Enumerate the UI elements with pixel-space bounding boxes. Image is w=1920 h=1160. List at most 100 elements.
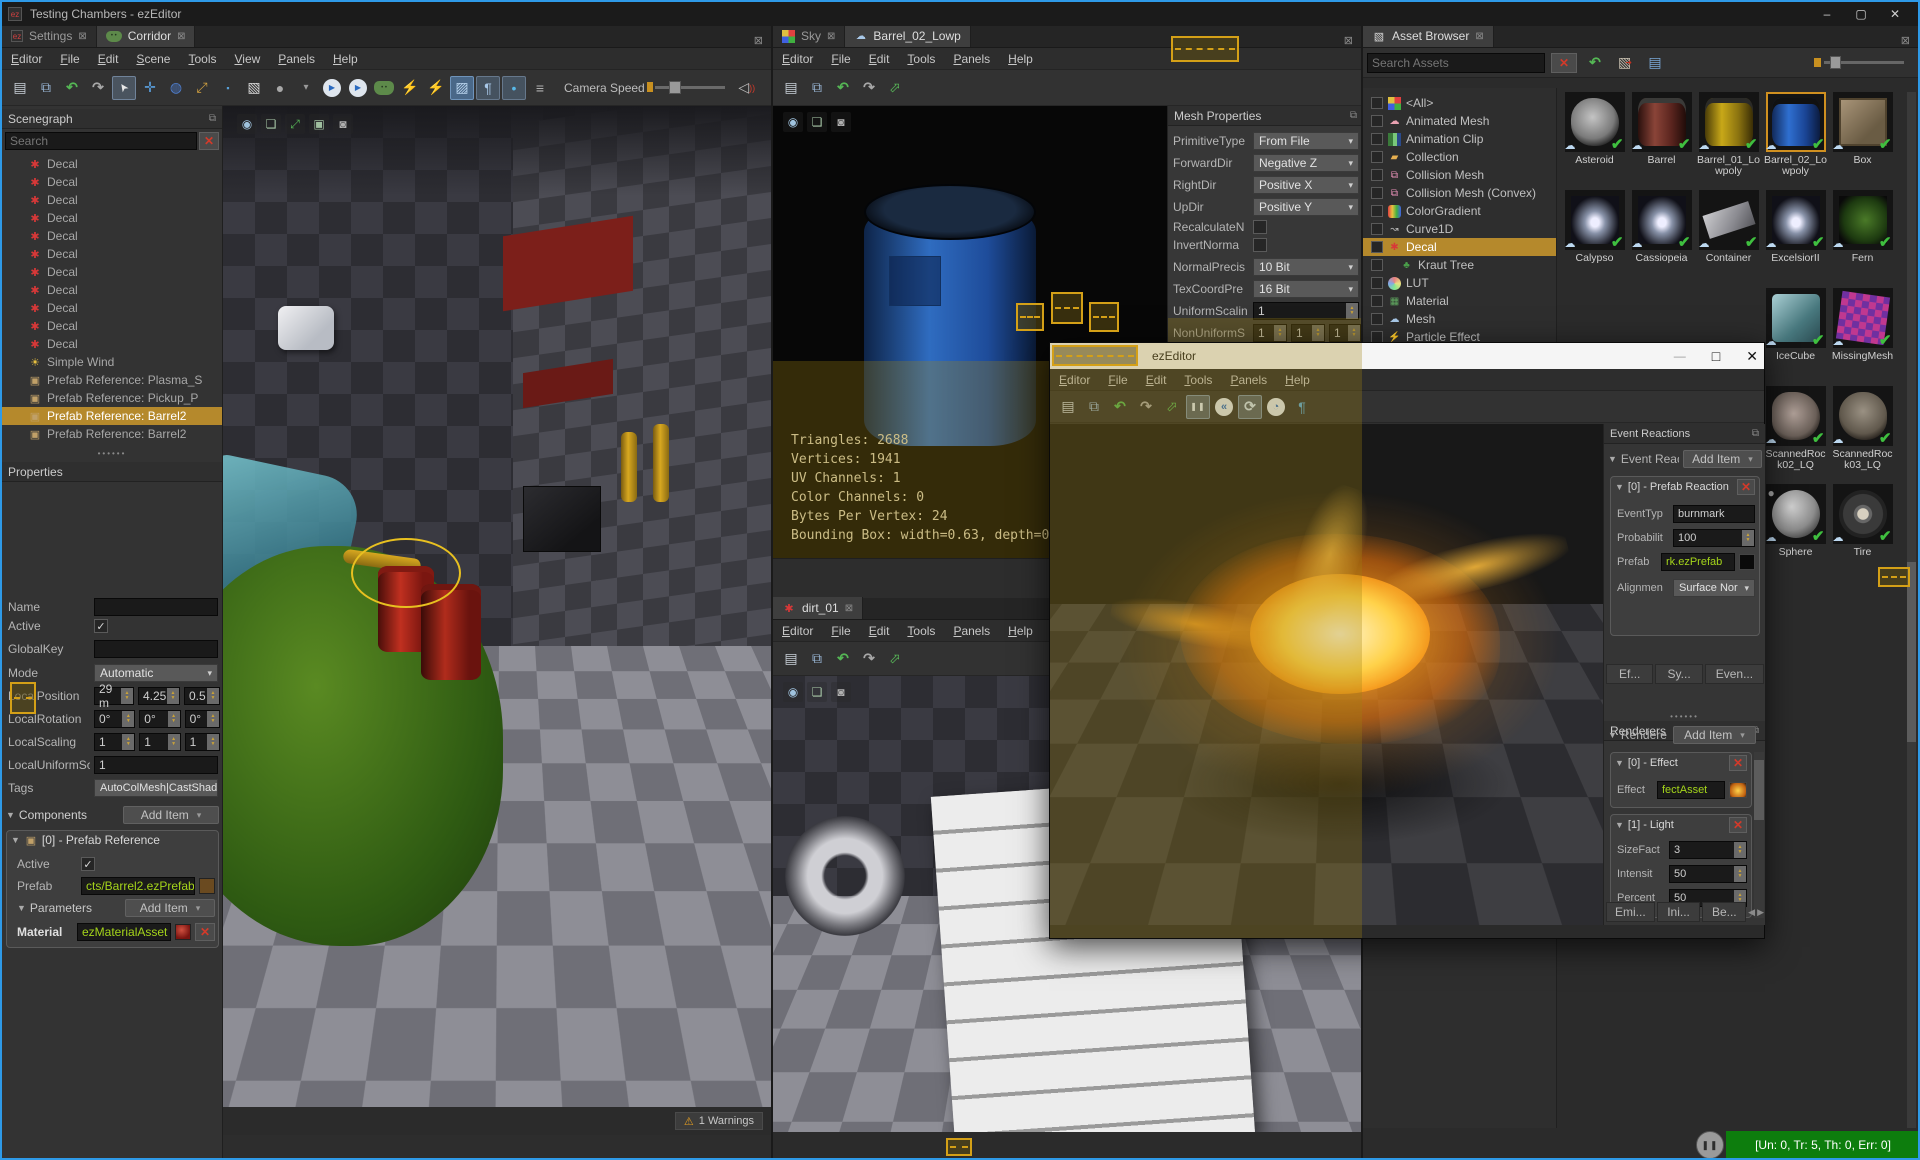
toolbar-icon[interactable] [268, 76, 292, 100]
prefab-swatch[interactable] [1739, 554, 1755, 570]
toolbar-icon[interactable] [294, 76, 318, 100]
viewport-icon[interactable] [807, 112, 827, 132]
pause-transform-button[interactable]: ❚❚ [1696, 1131, 1724, 1158]
mode-dropdown[interactable]: Automatic [94, 664, 218, 682]
scenegraph-item[interactable]: Prefab Reference: Plasma_S [2, 371, 222, 389]
toolbar-icon[interactable] [1238, 394, 1262, 419]
clear-search-icon[interactable]: ✕ [199, 132, 219, 150]
remove-reaction-icon[interactable]: ✕ [1737, 479, 1755, 495]
localscaling-x[interactable]: 1 ▲ ▼ [94, 733, 136, 751]
component-active-checkbox[interactable]: ✓ [81, 857, 95, 871]
toolbar-icon[interactable] [216, 76, 240, 100]
scenegraph-item[interactable]: Decal [2, 299, 222, 317]
tab-emitter[interactable]: Emi... [1606, 902, 1655, 922]
asset-item[interactable]: ☁ ✔ Cassiopeia [1628, 190, 1695, 288]
asset-item[interactable]: ☁ ✔ Box [1829, 92, 1896, 190]
nonuniformscaling-y[interactable]: 1 ▲ ▼ [1290, 324, 1325, 342]
asset-item[interactable]: ☁ ✔ Container [1695, 190, 1762, 288]
scene-viewport[interactable]: ⚠ 1 Warnings [223, 106, 771, 1135]
asset-grid-scrollbar[interactable] [1907, 92, 1916, 1132]
close-icon[interactable]: ✕ [1746, 348, 1758, 365]
menu-item[interactable]: Tools [179, 52, 225, 66]
asset-search-input[interactable] [1367, 52, 1545, 73]
close-tab-icon[interactable]: ⊠ [827, 31, 835, 42]
toolbar-icon[interactable] [424, 76, 448, 100]
asset-item[interactable]: ☁ ✔ Fern [1829, 190, 1896, 288]
asset-type-item[interactable]: Mesh [1363, 310, 1556, 328]
asset-type-item[interactable]: LUT [1363, 274, 1556, 292]
scenegraph-item[interactable]: Decal [2, 227, 222, 245]
nonuniformscaling-z[interactable]: 1 ▲ ▼ [1328, 324, 1362, 342]
effect-thumbnail-swatch[interactable] [1729, 782, 1747, 798]
mute-speaker-icon[interactable]: ◁)) [735, 76, 759, 100]
asset-item[interactable]: ☁ ✔ ExcelsiorII [1762, 190, 1829, 288]
group-header[interactable]: ▼ [1] - Light ✕ [1611, 815, 1751, 835]
float-doc-icon[interactable]: ⊠ [754, 34, 771, 47]
particle-window-titlebar[interactable]: ezEditor — □ ✕ [1050, 343, 1764, 369]
asset-item[interactable]: ☁ ✔ ScannedRock03_LQ [1829, 386, 1896, 484]
toolbar-icon[interactable] [1160, 395, 1184, 419]
close-tab-icon[interactable]: ⊠ [845, 603, 853, 614]
asset-type-item[interactable]: Material [1363, 292, 1556, 310]
thumbnail-size-slider[interactable] [1814, 56, 1904, 69]
transform-assets-icon[interactable] [1583, 51, 1607, 75]
menu-item[interactable]: View [225, 52, 269, 66]
toolbar-icon[interactable] [138, 76, 162, 100]
toolbar-icon[interactable] [805, 647, 829, 671]
asset-type-item[interactable]: Collision Mesh (Convex) [1363, 184, 1556, 202]
float-panel-icon[interactable]: ⧉ [1350, 110, 1357, 121]
toolbar-icon[interactable] [1108, 395, 1132, 419]
scenegraph-item[interactable]: Decal [2, 209, 222, 227]
close-panel-icon[interactable]: ⊠ [1901, 34, 1918, 47]
toolbar-icon[interactable] [1082, 395, 1106, 419]
menu-item[interactable]: File [822, 52, 859, 66]
recalculatenormals-checkbox[interactable] [1253, 220, 1267, 234]
menu-item[interactable]: Edit [860, 624, 899, 638]
tab-events[interactable]: Even... [1704, 664, 1764, 684]
menu-item[interactable]: File [51, 52, 88, 66]
scenegraph-item[interactable]: Decal [2, 155, 222, 173]
menu-item[interactable]: Editor [773, 624, 822, 638]
globalkey-input[interactable] [94, 640, 218, 658]
invertnormals-checkbox[interactable] [1253, 238, 1267, 252]
close-tab-icon[interactable]: ⊠ [78, 31, 86, 42]
intensity-spinner[interactable]: 50 ▲ ▼ [1669, 865, 1747, 883]
panel-splitter[interactable]: •••••• [1604, 712, 1765, 721]
particle-viewport[interactable] [1050, 424, 1603, 925]
remove-material-icon[interactable]: ✕ [195, 923, 215, 941]
float-panel-icon[interactable]: ⧉ [1752, 428, 1759, 439]
scenegraph-item[interactable]: Decal [2, 335, 222, 353]
scenegraph-item[interactable]: Decal [2, 317, 222, 335]
localuniformscaling-input[interactable]: 1 [94, 756, 218, 774]
localrotation-x[interactable]: 0° ▲ ▼ [94, 710, 136, 728]
prefab-asset-swatch[interactable] [199, 878, 215, 894]
toolbar-icon[interactable] [883, 647, 907, 671]
renderers-scrollbar[interactable] [1754, 752, 1764, 918]
scenegraph-item[interactable]: Decal [2, 245, 222, 263]
toolbar-icon[interactable] [1134, 395, 1158, 419]
tab-scroll-left-icon[interactable]: ◀ [1748, 907, 1755, 918]
updir-dropdown[interactable]: Positive Y [1253, 198, 1359, 216]
asset-item[interactable]: ☁ ✔ Sphere [1762, 484, 1829, 582]
toolbar-icon[interactable] [349, 78, 367, 97]
asset-type-checkbox[interactable] [1371, 223, 1383, 235]
localposition-x[interactable]: 29 m ▲ ▼ [94, 682, 134, 710]
asset-type-checkbox[interactable] [1371, 313, 1383, 325]
asset-type-checkbox[interactable] [1371, 115, 1383, 127]
alignment-dropdown[interactable]: Surface Nor [1673, 579, 1755, 597]
asset-type-item[interactable]: Kraut Tree [1363, 256, 1556, 274]
tab-scroll-right-icon[interactable]: ▶ [1757, 907, 1764, 918]
close-tab-icon[interactable]: ⊠ [177, 31, 185, 42]
toolbar-icon[interactable] [831, 76, 855, 100]
scenegraph-item[interactable]: Decal [2, 281, 222, 299]
asset-item[interactable]: ☁ ✔ ScannedRock02_LQ [1762, 386, 1829, 484]
toolbar-icon[interactable] [34, 76, 58, 100]
menu-item[interactable]: Panels [944, 52, 999, 66]
toolbar-icon[interactable] [242, 76, 266, 100]
viewport-icon[interactable] [309, 114, 329, 134]
tab-behavior[interactable]: Be... [1702, 902, 1747, 922]
tags-dropdown[interactable]: AutoColMesh|CastShadow [94, 779, 218, 797]
toolbar-icon[interactable] [450, 75, 474, 100]
viewport-icon[interactable] [261, 114, 281, 134]
minimize-icon[interactable]: – [1810, 3, 1844, 25]
